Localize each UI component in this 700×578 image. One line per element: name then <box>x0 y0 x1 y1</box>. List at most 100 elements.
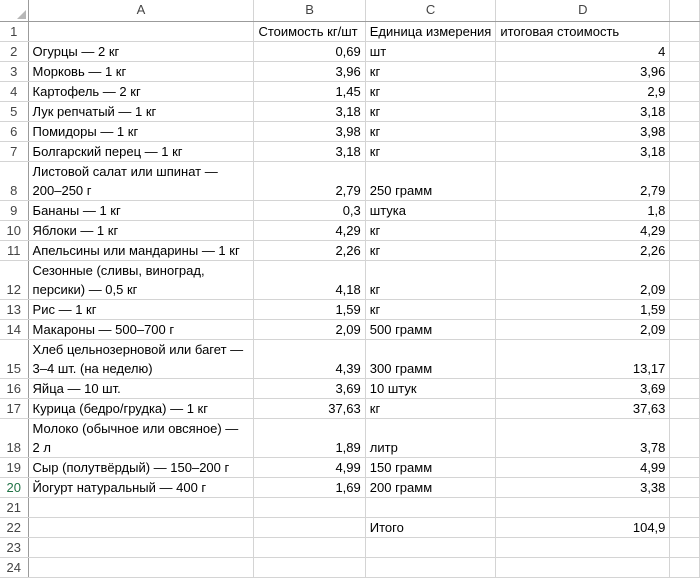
cell-c[interactable]: 10 штук <box>365 378 497 399</box>
cell-b[interactable]: 2,79 <box>253 161 366 201</box>
cell-d[interactable]: 3,18 <box>495 141 671 162</box>
cell-e[interactable] <box>669 418 700 458</box>
cell-e[interactable] <box>669 61 700 82</box>
cell-d[interactable]: 3,78 <box>495 418 671 458</box>
cell-b[interactable] <box>253 517 366 538</box>
cell-e[interactable] <box>669 121 700 142</box>
cell-a[interactable]: Сыр (полутвёрдый) — 150–200 г <box>28 457 255 478</box>
cell-e[interactable] <box>669 161 700 201</box>
cell-a[interactable]: Огурцы — 2 кг <box>28 41 255 62</box>
cell-d[interactable]: 2,9 <box>495 81 671 102</box>
cell-b[interactable] <box>253 497 366 518</box>
cell-e[interactable] <box>669 339 700 379</box>
cell-a[interactable]: Листовой салат или шпинат — 200–250 г <box>28 161 255 201</box>
cell-d[interactable]: 4,29 <box>495 220 671 241</box>
column-header-e[interactable] <box>669 0 700 22</box>
cell-e[interactable] <box>669 398 700 419</box>
row-header[interactable]: 7 <box>0 141 29 162</box>
cell-c[interactable]: штука <box>365 200 497 221</box>
cell-e[interactable] <box>669 220 700 241</box>
cell-a[interactable]: Макароны — 500–700 г <box>28 319 255 340</box>
cell-e[interactable] <box>669 557 700 578</box>
cell-b[interactable]: 4,29 <box>253 220 366 241</box>
row-header[interactable]: 6 <box>0 121 29 142</box>
row-header[interactable]: 24 <box>0 557 29 578</box>
cell-d[interactable]: 2,79 <box>495 161 671 201</box>
cell-a[interactable] <box>28 497 255 518</box>
cell-b[interactable]: 4,39 <box>253 339 366 379</box>
cell-c[interactable]: шт <box>365 41 497 62</box>
cell-d[interactable]: 3,18 <box>495 101 671 122</box>
row-header[interactable]: 12 <box>0 260 29 300</box>
cell-c[interactable]: литр <box>365 418 497 458</box>
cell-d[interactable]: 13,17 <box>495 339 671 379</box>
cell-e[interactable] <box>669 41 700 62</box>
cell-c[interactable]: Итого <box>365 517 497 538</box>
cell-b[interactable] <box>253 557 366 578</box>
cell-d[interactable]: 3,69 <box>495 378 671 399</box>
row-header[interactable]: 10 <box>0 220 29 241</box>
row-header[interactable]: 4 <box>0 81 29 102</box>
cell-b[interactable]: 3,18 <box>253 141 366 162</box>
cell-a[interactable] <box>28 517 255 538</box>
cell-e[interactable] <box>669 319 700 340</box>
cell-e[interactable] <box>669 537 700 558</box>
cell-a[interactable]: Апельсины или мандарины — 1 кг <box>28 240 255 261</box>
cell-e[interactable] <box>669 240 700 261</box>
cell-d[interactable] <box>495 537 671 558</box>
cell-d[interactable]: 3,98 <box>495 121 671 142</box>
column-header-c[interactable]: C <box>365 0 497 22</box>
cell-b[interactable]: 3,18 <box>253 101 366 122</box>
row-header[interactable]: 19 <box>0 457 29 478</box>
cell-c[interactable]: кг <box>365 61 497 82</box>
column-header-d[interactable]: D <box>495 0 671 22</box>
cell-d1[interactable]: итоговая стоимость <box>495 21 671 42</box>
cell-c[interactable] <box>365 557 497 578</box>
column-header-b[interactable]: B <box>253 0 366 22</box>
cell-a[interactable]: Йогурт натуральный — 400 г <box>28 477 255 498</box>
cell-c[interactable]: кг <box>365 240 497 261</box>
cell-b[interactable]: 0,69 <box>253 41 366 62</box>
cell-b[interactable] <box>253 537 366 558</box>
cell-b[interactable]: 37,63 <box>253 398 366 419</box>
column-header-a[interactable]: A <box>28 0 255 22</box>
cell-a[interactable]: Лук репчатый — 1 кг <box>28 101 255 122</box>
cell-e[interactable] <box>669 517 700 538</box>
cell-d[interactable]: 1,8 <box>495 200 671 221</box>
row-header[interactable]: 23 <box>0 537 29 558</box>
cell-c[interactable]: кг <box>365 220 497 241</box>
cell-a[interactable]: Яйца — 10 шт. <box>28 378 255 399</box>
cell-a[interactable]: Молоко (обычное или овсяное) — 2 л <box>28 418 255 458</box>
cell-b[interactable]: 2,26 <box>253 240 366 261</box>
row-header[interactable]: 14 <box>0 319 29 340</box>
row-header[interactable]: 2 <box>0 41 29 62</box>
cell-a[interactable]: Сезонные (сливы, виноград, персики) — 0,5… <box>28 260 255 300</box>
row-header[interactable]: 18 <box>0 418 29 458</box>
cell-b[interactable]: 1,59 <box>253 299 366 320</box>
cell-a[interactable]: Морковь — 1 кг <box>28 61 255 82</box>
cell-b1[interactable]: Стоимость кг/шт <box>253 21 366 42</box>
cell-e[interactable] <box>669 299 700 320</box>
cell-b[interactable]: 0,3 <box>253 200 366 221</box>
cell-a[interactable]: Помидоры — 1 кг <box>28 121 255 142</box>
cell-d[interactable]: 2,09 <box>495 319 671 340</box>
cell-d[interactable] <box>495 497 671 518</box>
cell-a[interactable]: Бананы — 1 кг <box>28 200 255 221</box>
row-header[interactable]: 13 <box>0 299 29 320</box>
cell-e[interactable] <box>669 378 700 399</box>
cell-c[interactable]: кг <box>365 398 497 419</box>
cell-b[interactable]: 3,69 <box>253 378 366 399</box>
cell-d[interactable]: 4 <box>495 41 671 62</box>
cell-b[interactable]: 4,99 <box>253 457 366 478</box>
cell-e[interactable] <box>669 141 700 162</box>
row-header[interactable]: 8 <box>0 161 29 201</box>
cell-b[interactable]: 4,18 <box>253 260 366 300</box>
cell-c[interactable]: 300 грамм <box>365 339 497 379</box>
row-header[interactable]: 21 <box>0 497 29 518</box>
cell-c[interactable]: кг <box>365 299 497 320</box>
row-header[interactable]: 20 <box>0 477 29 498</box>
row-header[interactable]: 9 <box>0 200 29 221</box>
cell-b[interactable]: 2,09 <box>253 319 366 340</box>
row-header[interactable]: 16 <box>0 378 29 399</box>
cell-c1[interactable]: Единица измерения <box>365 21 497 42</box>
